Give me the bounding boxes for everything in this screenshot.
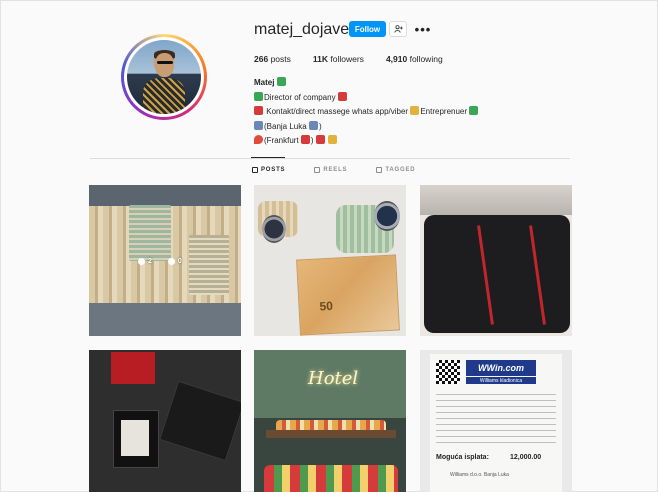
chart-emoji-icon [337, 91, 347, 101]
comment-icon [167, 258, 175, 265]
suggested-accounts-button[interactable] [389, 21, 407, 37]
neon-sign: Hotel [308, 368, 359, 389]
post-thumbnail[interactable]: 50 [254, 185, 406, 336]
followers-stat[interactable]: 11K followers [313, 54, 364, 64]
bio-name: Matej [254, 78, 275, 87]
profile-tabs: POSTS REELS TAGGED [252, 167, 444, 173]
grid-icon [252, 167, 258, 173]
bio-name-line: Matej [254, 76, 479, 91]
posts-stat[interactable]: 266 posts [254, 54, 291, 64]
flag-emoji-icon [315, 135, 325, 144]
pin-emoji-icon [254, 135, 263, 144]
house-emoji-icon [254, 120, 263, 130]
reels-icon [314, 167, 321, 173]
post-thumbnail[interactable]: Hotel [254, 350, 406, 492]
watch-image [262, 215, 286, 243]
avatar-photo [127, 40, 201, 114]
tab-posts[interactable]: POSTS [252, 167, 285, 173]
follow-button[interactable]: Follow [349, 21, 386, 37]
bio-line-3: (Banja Luka ) [254, 120, 479, 135]
flag-emoji-icon [300, 135, 310, 144]
qr-code-icon [436, 360, 460, 384]
bio-line-2: Kontakt/direct massege whats app/viber E… [254, 105, 479, 120]
profile-bio: Matej Director of company Kontakt/direct… [254, 76, 479, 149]
moneybag-emoji-icon [328, 135, 338, 144]
bio-line-1: Director of company [254, 91, 479, 106]
flag-emoji-icon [308, 120, 318, 130]
heart-icon [138, 258, 145, 265]
post-thumbnail[interactable] [420, 185, 572, 336]
money-emoji-icon [254, 91, 263, 101]
person-emoji-icon [410, 106, 420, 115]
active-tab-indicator [251, 157, 285, 158]
comments-count: 0 [167, 258, 182, 265]
profile-username: matej_dojave [254, 21, 350, 38]
post-thumbnail[interactable] [89, 350, 241, 492]
profile-stats: 266 posts 11K followers 4,910 following [254, 54, 465, 64]
emoji-icon [276, 77, 286, 86]
add-person-icon [393, 25, 403, 33]
tab-reels[interactable]: REELS [314, 167, 347, 173]
post-hover-stats: 2 0 [138, 258, 182, 265]
banknote-image: 50 [296, 254, 400, 336]
mailbox-emoji-icon [254, 106, 263, 115]
tagged-icon [376, 167, 383, 173]
chart-emoji-icon [469, 106, 479, 115]
profile-avatar[interactable] [121, 34, 207, 120]
bio-line-4: (Frankfurt ) [254, 134, 479, 149]
leather-case-image [424, 215, 570, 333]
tabs-divider [90, 158, 570, 159]
likes-count: 2 [138, 258, 152, 265]
more-options-button[interactable]: ••• [414, 21, 432, 37]
following-stat[interactable]: 4,910 following [386, 54, 443, 64]
watch-image [374, 201, 400, 231]
post-thumbnail[interactable]: WWin.com Williams kladionica Moguća ispl… [420, 350, 572, 492]
tab-tagged[interactable]: TAGGED [376, 167, 415, 173]
